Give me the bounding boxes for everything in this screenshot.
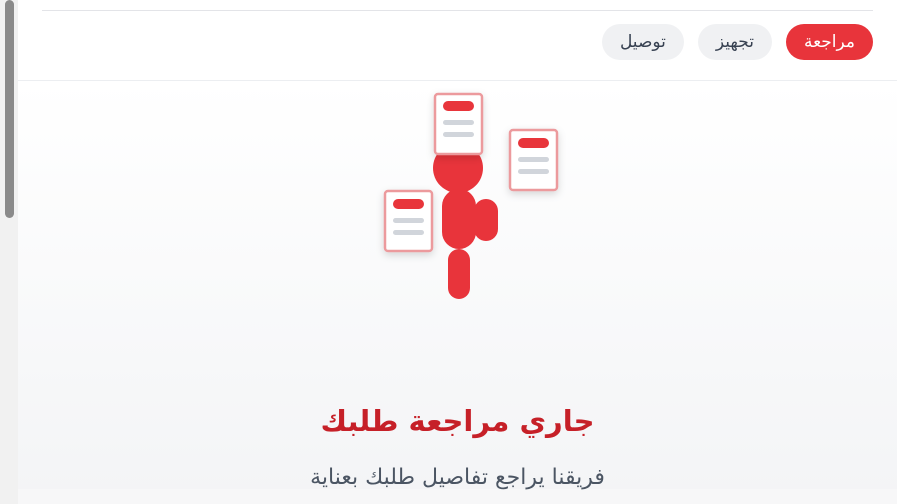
status-title: جاري مراجعة طلبك <box>320 404 595 438</box>
tab-prepare[interactable]: تجهيز <box>697 24 772 60</box>
order-status-card: مراجعة تجهيز توصيل جاري مراجعة طلبك فريق… <box>18 0 897 504</box>
status-subtitle: فريقنا يراجع تفاصيل طلبك بعناية <box>310 465 605 490</box>
footer-strip <box>18 489 897 504</box>
scrollbar-thumb[interactable] <box>5 0 14 218</box>
document-icon <box>383 189 434 253</box>
tab-review[interactable]: مراجعة <box>785 24 873 60</box>
scrollbar-track[interactable] <box>0 0 18 504</box>
person-figure <box>433 143 498 299</box>
document-icon <box>508 128 559 192</box>
reviewer-with-documents-icon <box>383 92 559 299</box>
document-icon <box>433 92 484 156</box>
divider <box>42 10 873 11</box>
status-stage: جاري مراجعة طلبك فريقنا يراجع تفاصيل طلب… <box>18 80 897 504</box>
tab-delivery[interactable]: توصيل <box>601 24 684 60</box>
status-tabs: مراجعة تجهيز توصيل <box>601 24 873 60</box>
